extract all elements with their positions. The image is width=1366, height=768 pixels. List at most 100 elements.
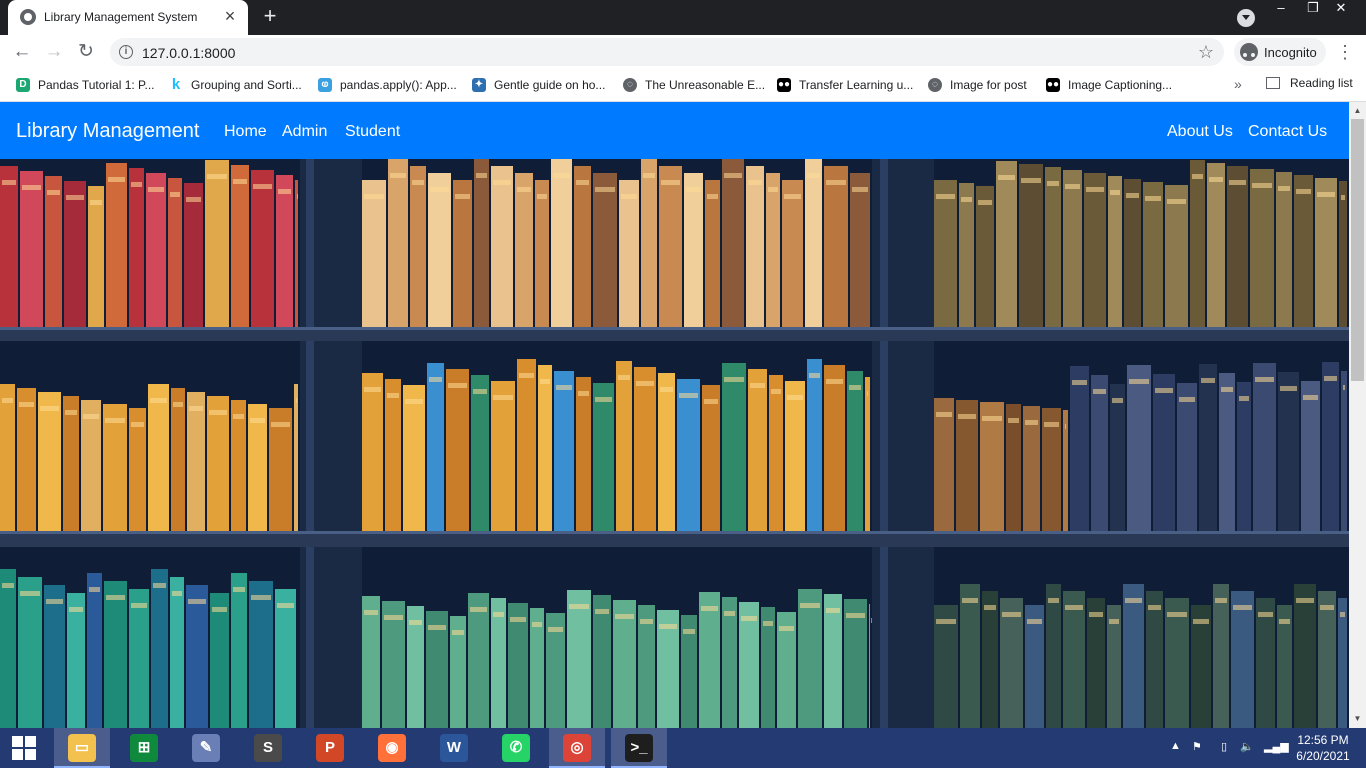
window-close-button[interactable]: ✕	[1324, 0, 1358, 18]
more-bookmarks-button[interactable]: »	[1234, 76, 1242, 92]
nav-contact-link[interactable]: Contact Us	[1248, 123, 1327, 141]
bookmark-item[interactable]: ●● Image Captioning...	[1046, 76, 1172, 94]
nav-home-link[interactable]: Home	[224, 123, 267, 141]
back-button[interactable]: ←	[10, 40, 34, 64]
book-spine-band	[961, 197, 972, 202]
book-spine-band	[20, 591, 40, 596]
book-spine-band	[69, 607, 83, 612]
battery-icon[interactable]: ▯	[1221, 740, 1227, 753]
address-bar[interactable]: i 127.0.0.1:8000 ☆	[110, 38, 1224, 66]
brand-link[interactable]: Library Management	[16, 120, 199, 143]
forward-button[interactable]: →	[42, 40, 66, 64]
book-spine-band	[1047, 181, 1059, 186]
book-spine	[20, 171, 43, 327]
book-spine-band	[537, 194, 547, 199]
book-spine	[684, 173, 703, 327]
book-spine-band	[1065, 184, 1080, 189]
bookmark-item[interactable]: ✦ Gentle guide on ho...	[472, 76, 605, 94]
book-spine	[44, 585, 65, 728]
volume-icon[interactable]: 🔈	[1240, 740, 1254, 753]
nav-student-link[interactable]: Student	[345, 123, 400, 141]
book-spine	[982, 591, 998, 728]
network-status-icon[interactable]: ⚑	[1192, 740, 1202, 753]
bookmark-star-icon[interactable]: ☆	[1198, 42, 1214, 63]
new-tab-button[interactable]: +	[258, 5, 282, 29]
book-spine-band	[207, 174, 227, 179]
book-spine	[574, 166, 591, 327]
book-spine	[0, 166, 18, 327]
bookmark-item[interactable]: D Pandas Tutorial 1: P...	[16, 76, 155, 94]
book-spine	[38, 392, 61, 531]
bookmark-item[interactable]: ◌ Image for post	[928, 76, 1027, 94]
taskbar-app-button[interactable]: ⊞	[116, 728, 172, 768]
page-scrollbar[interactable]: ▲ ▼	[1349, 102, 1366, 728]
book-spine	[677, 379, 700, 531]
book-spine-band	[807, 173, 820, 178]
taskbar-app-button[interactable]: ◎	[549, 728, 605, 768]
book-spine-band	[1192, 174, 1203, 179]
scroll-down-arrow-icon[interactable]: ▼	[1349, 712, 1366, 726]
taskbar-app-button[interactable]: ◉	[364, 728, 420, 768]
book-spine-band	[1252, 183, 1272, 188]
bookmark-item[interactable]: k Grouping and Sorti...	[169, 76, 302, 94]
tray-expand-icon[interactable]: ▲	[1170, 740, 1181, 752]
reading-list-button[interactable]: Reading list	[1266, 76, 1353, 90]
browser-tab[interactable]: Library Management System ×	[8, 0, 248, 35]
tab-search-icon[interactable]	[1237, 9, 1255, 27]
book-spine-band	[1303, 395, 1318, 400]
bookmark-item[interactable]: ⱷ pandas.apply(): App...	[318, 76, 457, 94]
book-spine	[403, 385, 425, 531]
book-spine	[593, 595, 611, 728]
book-spine	[613, 600, 636, 728]
incognito-badge[interactable]: Incognito	[1234, 38, 1326, 66]
book-spine-band	[800, 603, 820, 608]
book-spine	[1165, 185, 1188, 327]
book-spine	[1213, 584, 1229, 728]
more-menu-icon[interactable]: ⋮	[1336, 40, 1354, 64]
book-spine-band	[510, 617, 526, 622]
taskbar-app-button[interactable]: >_	[611, 728, 667, 768]
book-spine	[276, 175, 293, 327]
system-clock[interactable]: 12:56 PM 6/20/2021	[1290, 732, 1356, 764]
book-spine-band	[233, 587, 245, 592]
bookmark-item[interactable]: ◌ The Unreasonable E...	[623, 76, 765, 94]
taskbar-app-button[interactable]: ✎	[178, 728, 234, 768]
taskbar-app-button[interactable]: P	[302, 728, 358, 768]
bookmark-item[interactable]: ●● Transfer Learning u...	[777, 76, 913, 94]
book-spine	[491, 166, 513, 327]
book-spine-band	[1340, 612, 1345, 617]
close-tab-icon[interactable]: ×	[220, 6, 240, 26]
book-spine-band	[1229, 180, 1246, 185]
book-spine	[1070, 366, 1089, 531]
book-spine	[1127, 365, 1151, 531]
book-spine	[1256, 598, 1275, 728]
url-text[interactable]: 127.0.0.1:8000	[142, 45, 235, 61]
info-icon[interactable]: i	[119, 45, 133, 59]
feather-icon: ⱷ	[318, 78, 332, 92]
nav-about-link[interactable]: About Us	[1167, 123, 1233, 141]
wifi-signal-icon[interactable]: ▂▄▆	[1264, 740, 1289, 753]
nav-admin-link[interactable]: Admin	[282, 123, 327, 141]
scrollbar-thumb[interactable]	[1351, 119, 1364, 381]
taskbar-app-button[interactable]: S	[240, 728, 296, 768]
book-spine-band	[595, 187, 615, 192]
book-spine	[798, 589, 822, 728]
minimize-button[interactable]: –	[1264, 0, 1298, 18]
book-spine	[129, 589, 149, 728]
reload-button[interactable]: ↻	[74, 40, 98, 64]
taskbar-app-button[interactable]: W	[426, 728, 482, 768]
scroll-up-arrow-icon[interactable]: ▲	[1349, 104, 1366, 118]
taskbar-app-button[interactable]: ▭	[54, 728, 110, 768]
taskbar-app-button[interactable]: ✆	[488, 728, 544, 768]
windows-start-icon[interactable]	[0, 728, 48, 768]
book-spine-band	[852, 187, 868, 192]
book-spine-band	[569, 604, 589, 609]
book-spine-band	[1215, 598, 1227, 603]
book-spine	[275, 589, 296, 728]
book-spine	[659, 166, 682, 327]
windows-taskbar: ▭ ⊞ ✎ S P ◉ W ✆ ◎ >_ ▲ ⚑ ▯ 🔈 ▂▄▆ 12:56 PM 6/20/20…	[0, 728, 1366, 768]
book-spine-band	[105, 418, 125, 423]
book-spine-band	[2, 398, 13, 403]
book-spine	[491, 381, 515, 531]
book-spine-band	[982, 416, 1002, 421]
